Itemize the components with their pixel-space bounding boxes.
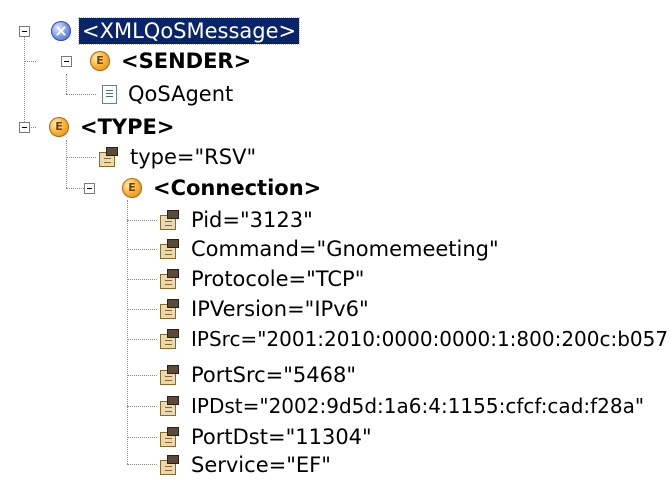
text-node-icon	[102, 84, 117, 104]
attribute-icon	[159, 395, 180, 417]
attribute-icon	[159, 426, 180, 448]
tree-connector	[127, 437, 157, 438]
attribute-icon	[159, 328, 180, 350]
attribute-icon	[159, 268, 180, 290]
node-label-root[interactable]: <XMLQoSMessage>	[77, 17, 301, 45]
tree-connector	[127, 375, 157, 376]
tree-connector	[127, 309, 157, 310]
xml-root-icon	[51, 21, 71, 41]
tree-node-attribute[interactable]: Service="EF"	[159, 451, 334, 479]
attribute-icon	[98, 146, 119, 168]
xml-tree-view: <XMLQoSMessage> E <SENDER> QoSAgent E <T…	[0, 0, 670, 484]
element-icon: E	[49, 117, 69, 137]
tree-connector	[127, 220, 157, 221]
tree-connector	[66, 140, 67, 188]
tree-connector	[66, 94, 96, 95]
attribute-label[interactable]: Protocole="TCP"	[188, 266, 367, 292]
collapse-toggle-root[interactable]	[19, 26, 30, 37]
tree-node-attribute[interactable]: IPDst="2002:9d5d:1a6:4:1155:cfcf:cad:f28…	[159, 392, 647, 420]
tree-connector	[66, 188, 84, 189]
tree-connector	[127, 406, 157, 407]
attribute-label[interactable]: PortDst="11304"	[188, 424, 375, 450]
tree-connector	[127, 279, 157, 280]
node-label-connection[interactable]: <Connection>	[150, 175, 324, 201]
node-label-type[interactable]: <TYPE>	[77, 114, 177, 140]
tree-node-attribute[interactable]: IPVersion="IPv6"	[159, 295, 372, 323]
tree-connector	[127, 200, 128, 464]
tree-node-attribute[interactable]: type="RSV"	[98, 143, 259, 171]
attribute-label[interactable]: type="RSV"	[127, 144, 259, 170]
attribute-label[interactable]: PortSrc="5468"	[188, 362, 359, 388]
tree-connector	[66, 74, 67, 94]
attribute-label[interactable]: Service="EF"	[188, 452, 334, 478]
attribute-icon	[159, 209, 180, 231]
attribute-icon	[159, 298, 180, 320]
collapse-toggle-sender[interactable]	[61, 56, 72, 67]
tree-node-type[interactable]: E <TYPE>	[49, 113, 177, 141]
tree-connector	[127, 464, 157, 465]
attribute-label[interactable]: Command="Gnomemeeting"	[188, 236, 502, 262]
tree-node-attribute[interactable]: Pid="3123"	[159, 206, 316, 234]
tree-connector	[24, 61, 36, 62]
element-icon: E	[122, 178, 142, 198]
tree-connector	[66, 157, 96, 158]
tree-node-attribute[interactable]: Protocole="TCP"	[159, 265, 367, 293]
tree-node-sender[interactable]: E <SENDER>	[90, 47, 254, 75]
tree-connector	[127, 249, 157, 250]
tree-node-text[interactable]: QoSAgent	[100, 80, 236, 108]
node-label-sender[interactable]: <SENDER>	[118, 48, 254, 74]
tree-node-connection[interactable]: E <Connection>	[122, 174, 324, 202]
attribute-label[interactable]: IPVersion="IPv6"	[188, 296, 372, 322]
tree-node-root[interactable]: <XMLQoSMessage>	[51, 17, 301, 45]
tree-connector	[127, 339, 157, 340]
tree-node-attribute[interactable]: PortSrc="5468"	[159, 361, 359, 389]
attribute-icon	[159, 238, 180, 260]
tree-node-attribute[interactable]: IPSrc="2001:2010:0000:0000:1:800:200c:b0…	[159, 325, 670, 353]
collapse-toggle-connection[interactable]	[84, 183, 95, 194]
collapse-toggle-type[interactable]	[19, 122, 30, 133]
tree-node-attribute[interactable]: PortDst="11304"	[159, 423, 375, 451]
attribute-label[interactable]: Pid="3123"	[188, 207, 316, 233]
attribute-label[interactable]: IPDst="2002:9d5d:1a6:4:1155:cfcf:cad:f28…	[188, 393, 647, 419]
element-icon: E	[90, 51, 110, 71]
tree-connector	[24, 31, 25, 128]
attribute-label[interactable]: IPSrc="2001:2010:0000:0000:1:800:200c:b0…	[188, 326, 670, 352]
node-label-qosagent[interactable]: QoSAgent	[125, 81, 236, 107]
attribute-icon	[159, 364, 180, 386]
tree-node-attribute[interactable]: Command="Gnomemeeting"	[159, 235, 502, 263]
attribute-icon	[159, 454, 180, 476]
